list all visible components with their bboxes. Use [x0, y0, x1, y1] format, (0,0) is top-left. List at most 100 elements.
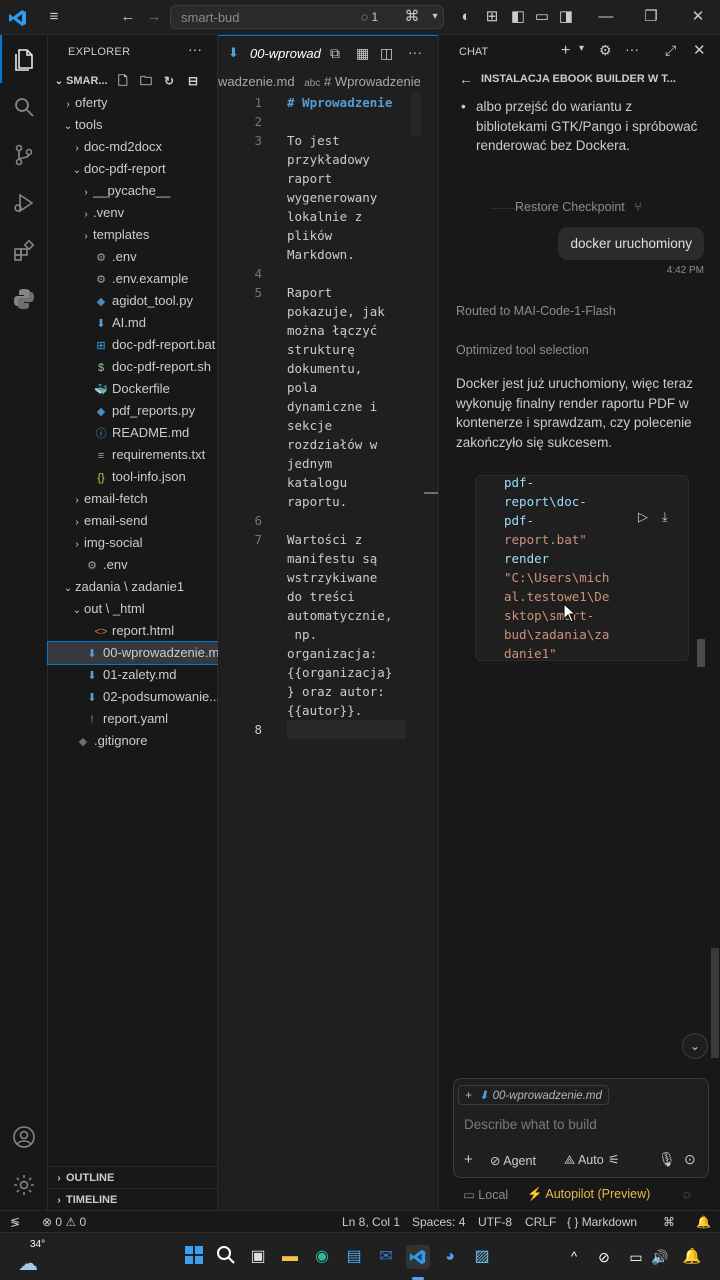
- tree-file[interactable]: ⚙ .env: [48, 246, 218, 268]
- forward-arrow-icon[interactable]: →: [144, 7, 164, 27]
- session-local[interactable]: ▭ Local: [463, 1187, 508, 1202]
- photos-icon[interactable]: ▨: [470, 1245, 494, 1269]
- tree-folder[interactable]: › oferty: [48, 92, 218, 114]
- code-line[interactable]: 6: [218, 511, 438, 530]
- toggle-secondary-sidebar-icon[interactable]: ◨: [556, 7, 576, 27]
- chat-input-placeholder[interactable]: Describe what to build: [464, 1117, 597, 1132]
- model-picker[interactable]: ⟁ Auto: [564, 1153, 604, 1168]
- outline-section[interactable]: › OUTLINE: [48, 1166, 218, 1188]
- code-line[interactable]: jednym: [218, 454, 438, 473]
- taskbar-search-icon[interactable]: [214, 1245, 238, 1269]
- cursor-position[interactable]: Ln 8, Col 1: [342, 1215, 400, 1229]
- code-scrollbar[interactable]: [697, 639, 705, 667]
- tree-file[interactable]: ⬇ AI.md: [48, 312, 218, 334]
- minimap[interactable]: [411, 93, 421, 137]
- app-icon[interactable]: ◕: [438, 1245, 462, 1269]
- store-icon[interactable]: ▤: [342, 1245, 366, 1269]
- refresh-icon[interactable]: ↻: [164, 70, 174, 92]
- layout-grid-icon[interactable]: ⊞: [482, 7, 502, 27]
- code-line[interactable]: 7 Wartości z: [218, 530, 438, 549]
- code-line[interactable]: raport: [218, 169, 438, 188]
- tree-folder[interactable]: ⌄ zadania \ zadanie1: [48, 576, 218, 598]
- back-arrow-icon[interactable]: ←: [459, 71, 473, 87]
- code-line[interactable]: wygenerowany: [218, 188, 438, 207]
- code-line[interactable]: można łączyć: [218, 321, 438, 340]
- layout-accounts-icon[interactable]: ◐: [456, 7, 476, 27]
- tree-file[interactable]: ⬇ 02-podsumowanie....: [48, 686, 218, 708]
- notifications-bell-icon[interactable]: 🔔: [696, 1215, 711, 1229]
- code-line[interactable]: np.: [218, 625, 438, 644]
- toggle-sidebar-icon[interactable]: ◧: [508, 7, 528, 27]
- copilot-status-icon[interactable]: ⌘: [663, 1215, 675, 1229]
- toggle-panel-icon[interactable]: ▭: [532, 7, 552, 27]
- copilot-icon[interactable]: ⌘: [402, 7, 422, 27]
- code-line[interactable]: plików: [218, 226, 438, 245]
- code-line[interactable]: 3 To jest: [218, 131, 438, 150]
- code-line[interactable]: 8: [254, 720, 406, 739]
- tree-folder[interactable]: ⌄ tools: [48, 114, 218, 136]
- code-line[interactable]: 1 # Wprowadzenie: [218, 93, 438, 112]
- explorer-icon[interactable]: [0, 35, 48, 83]
- code-line[interactable]: 5 Raport: [218, 283, 438, 302]
- code-line[interactable]: dynamiczne i: [218, 397, 438, 416]
- run-debug-icon[interactable]: [0, 179, 48, 227]
- chevron-down-icon[interactable]: ▾: [425, 7, 445, 27]
- tree-file[interactable]: ◆ agidot_tool.py: [48, 290, 218, 312]
- code-line[interactable]: strukturę: [218, 340, 438, 359]
- code-line[interactable]: 4: [218, 264, 438, 283]
- problems-indicator[interactable]: ⊗ 0 ⚠ 0: [42, 1215, 86, 1229]
- timeline-section[interactable]: › TIMELINE: [48, 1188, 218, 1210]
- code-line[interactable]: } oraz autor:: [218, 682, 438, 701]
- menu-icon[interactable]: ≡: [44, 7, 64, 27]
- tree-folder[interactable]: ⌄ doc-pdf-report: [48, 158, 218, 180]
- code-line[interactable]: sekcje: [218, 416, 438, 435]
- minimize-icon[interactable]: —: [596, 7, 616, 27]
- tree-file[interactable]: ◆ pdf_reports.py: [48, 400, 218, 422]
- code-line[interactable]: {{autor}}.: [218, 701, 438, 720]
- tree-file[interactable]: ⚙ .env: [48, 554, 218, 576]
- chat-scrollbar[interactable]: [711, 948, 719, 1058]
- close-icon[interactable]: ✕: [693, 41, 706, 59]
- outlook-icon[interactable]: ✉: [374, 1245, 398, 1269]
- new-chat-plus-icon[interactable]: +: [561, 42, 570, 60]
- tree-file[interactable]: ◆ .gitignore: [48, 730, 218, 752]
- maximize-icon[interactable]: ⤢: [665, 42, 676, 59]
- code-line[interactable]: Markdown.: [218, 245, 438, 264]
- tree-file[interactable]: ! report.yaml: [48, 708, 218, 730]
- more-actions-icon[interactable]: ···: [625, 41, 639, 57]
- insert-into-terminal-icon[interactable]: ⤓: [662, 509, 668, 525]
- chat-input-box[interactable]: + ⬇ 00-wprowadzenie.md Describe what to b…: [453, 1078, 709, 1178]
- tree-folder[interactable]: › templates: [48, 224, 218, 246]
- tree-folder[interactable]: › email-fetch: [48, 488, 218, 510]
- line-ending[interactable]: CRLF: [525, 1215, 556, 1229]
- tree-file[interactable]: ⬇ 01-zalety.md: [48, 664, 218, 686]
- code-line[interactable]: raportu.: [218, 492, 438, 511]
- tray-chevron-up-icon[interactable]: ^: [562, 1245, 586, 1269]
- tree-file[interactable]: ⓘ README.md: [48, 422, 218, 444]
- back-arrow-icon[interactable]: ←: [118, 7, 138, 27]
- close-icon[interactable]: ✕: [688, 7, 708, 27]
- search-icon[interactable]: [0, 83, 48, 131]
- code-line[interactable]: rozdziałów w: [218, 435, 438, 454]
- tree-folder[interactable]: › email-send: [48, 510, 218, 532]
- tree-file[interactable]: ⬇ 00-wprowadzenie.md: [47, 641, 219, 665]
- display-icon[interactable]: ▭: [624, 1245, 648, 1269]
- code-line[interactable]: {{organizacja}: [218, 663, 438, 682]
- notification-icon[interactable]: 🔔: [680, 1245, 704, 1269]
- tree-file[interactable]: ⚙ .env.example: [48, 268, 218, 290]
- restore-icon[interactable]: ❐: [641, 7, 661, 27]
- tree-file[interactable]: ⊞ doc-pdf-report.bat: [48, 334, 218, 356]
- code-line[interactable]: lokalnie z: [218, 207, 438, 226]
- tree-file[interactable]: ≡ requirements.txt: [48, 444, 218, 466]
- add-plus-icon[interactable]: +: [464, 1151, 473, 1168]
- volume-icon[interactable]: 🔊: [648, 1245, 672, 1269]
- language-mode[interactable]: { } Markdown: [567, 1215, 637, 1229]
- start-windows-icon[interactable]: [182, 1245, 206, 1269]
- weather-widget[interactable]: 34° ☁: [16, 1239, 48, 1275]
- tree-file[interactable]: $ doc-pdf-report.sh: [48, 356, 218, 378]
- task-view-icon[interactable]: ▣: [246, 1245, 270, 1269]
- tools-icon[interactable]: ⚟: [608, 1152, 620, 1168]
- source-control-icon[interactable]: [0, 131, 48, 179]
- more-actions-icon[interactable]: ···: [408, 44, 422, 60]
- copilot-badge[interactable]: ◌ 1: [361, 10, 378, 24]
